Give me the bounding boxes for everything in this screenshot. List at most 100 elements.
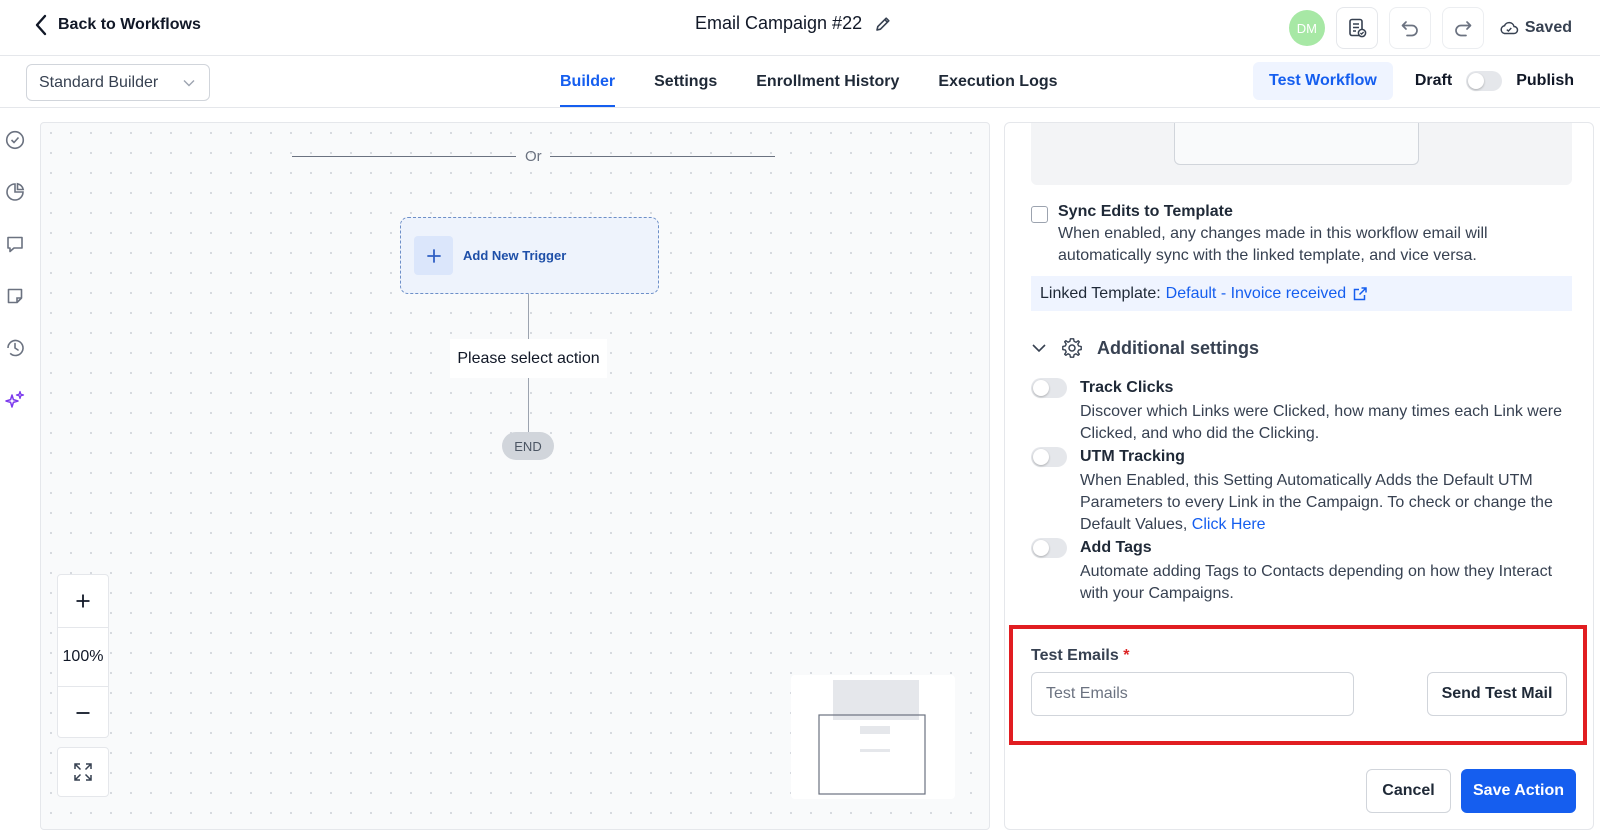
saved-label: Saved [1524, 19, 1572, 36]
secondary-bar: Standard Builder Builder Settings Enroll… [0, 56, 1600, 108]
or-divider-right [550, 156, 775, 157]
edit-pencil-icon[interactable] [874, 15, 892, 33]
additional-settings-title: Additional settings [1097, 337, 1259, 358]
test-emails-label-text: Test Emails [1031, 647, 1119, 664]
track-clicks-toggle[interactable] [1031, 378, 1067, 398]
utm-tracking-toggle[interactable] [1031, 447, 1067, 467]
utm-click-here-link[interactable]: Click Here [1192, 516, 1266, 533]
rail-notes-button[interactable] [4, 285, 26, 307]
publish-toggle[interactable] [1466, 71, 1503, 91]
builder-select-value: Standard Builder [39, 73, 159, 91]
pie-chart-icon [6, 182, 25, 201]
fit-view-button[interactable] [57, 747, 109, 797]
back-to-workflows-link[interactable]: Back to Workflows [34, 14, 201, 36]
minimap-preview [818, 680, 926, 795]
or-label: Or [525, 148, 542, 165]
tab-bar: Builder Settings Enrollment History Exec… [560, 56, 1097, 108]
rail-ai-button[interactable] [4, 389, 26, 411]
redo-icon [1455, 21, 1472, 37]
rail-check-button[interactable] [4, 129, 26, 151]
save-action-button[interactable]: Save Action [1461, 769, 1576, 813]
draft-label: Draft [1414, 72, 1453, 89]
email-preview [1031, 123, 1572, 185]
zoom-controls: 100% [57, 574, 109, 738]
test-emails-input[interactable] [1031, 672, 1354, 716]
top-right-actions: DM Saved [1288, 7, 1572, 49]
add-new-trigger-button[interactable]: Add New Trigger [400, 217, 659, 294]
zoom-level: 100% [58, 627, 108, 687]
additional-settings-header[interactable]: Additional settings [1031, 337, 1259, 359]
add-tags-title: Add Tags [1080, 539, 1152, 556]
publish-label: Publish [1516, 72, 1574, 89]
minimap[interactable] [791, 675, 955, 799]
sparkles-icon [5, 390, 25, 408]
linked-template-name: Default - Invoice received [1165, 284, 1347, 302]
external-link-icon [1353, 286, 1367, 300]
send-test-mail-button[interactable]: Send Test Mail [1427, 672, 1567, 716]
rail-analytics-button[interactable] [4, 181, 26, 203]
rail-history-button[interactable] [4, 337, 26, 359]
document-check-icon [1349, 18, 1367, 38]
tab-settings[interactable]: Settings [654, 56, 717, 108]
chevron-down-icon [1032, 344, 1046, 353]
track-clicks-title: Track Clicks [1080, 379, 1174, 396]
workflow-canvas[interactable]: Or Add New Trigger Please select action … [40, 122, 990, 830]
tab-execution-logs[interactable]: Execution Logs [938, 56, 1057, 108]
undo-icon [1401, 21, 1418, 37]
email-preview-frame [1174, 123, 1419, 165]
check-circle-icon [5, 130, 25, 150]
saved-status: Saved [1499, 19, 1572, 37]
add-tags-toggle[interactable] [1031, 538, 1067, 558]
top-bar: Back to Workflows Email Campaign #22 DM … [0, 0, 1600, 56]
end-node: END [502, 432, 554, 460]
track-clicks-description: Discover which Links were Clicked, how m… [1080, 403, 1562, 442]
chat-bubble-icon [7, 236, 23, 253]
builder-type-select[interactable]: Standard Builder [26, 64, 210, 101]
tab-builder[interactable]: Builder [560, 56, 616, 108]
utm-tracking-description-block: When Enabled, this Setting Automatically… [1080, 470, 1572, 536]
add-trigger-label: Add New Trigger [463, 248, 567, 263]
add-tags-description: Automate adding Tags to Contacts dependi… [1080, 563, 1553, 602]
test-emails-label: Test Emails * [1031, 647, 1129, 665]
connector-line [528, 294, 529, 339]
test-workflow-button[interactable]: Test Workflow [1253, 62, 1393, 100]
zoom-out-button[interactable] [58, 687, 108, 739]
zoom-in-button[interactable] [58, 575, 108, 627]
or-divider-left [292, 156, 516, 157]
back-label: Back to Workflows [58, 16, 201, 33]
plus-icon [414, 236, 453, 275]
publish-controls: Test Workflow Draft Publish [1253, 62, 1574, 100]
add-tags-setting: Add Tags Automate adding Tags to Contact… [1031, 538, 1572, 605]
action-settings-panel: Sync Edits to Template When enabled, any… [1004, 122, 1594, 830]
sync-edits-checkbox[interactable] [1031, 206, 1048, 223]
redo-button[interactable] [1441, 7, 1484, 49]
connector-line [528, 378, 529, 432]
workflow-title: Email Campaign #22 [695, 13, 863, 33]
linked-template-banner: Linked Template: Default - Invoice recei… [1031, 276, 1572, 311]
cancel-button[interactable]: Cancel [1366, 769, 1451, 813]
left-toolbar [0, 108, 32, 831]
tab-enrollment-history[interactable]: Enrollment History [756, 56, 899, 108]
sync-edits-description: When enabled, any changes made in this w… [1058, 225, 1488, 264]
sticky-note-icon [7, 288, 23, 304]
workflow-title-group: Email Campaign #22 [695, 13, 892, 34]
linked-template-link[interactable]: Default - Invoice received [1166, 285, 1369, 303]
sync-edits-title: Sync Edits to Template [1058, 203, 1233, 220]
required-marker: * [1123, 647, 1130, 664]
expand-icon [74, 763, 92, 781]
utm-tracking-description: When Enabled, this Setting Automatically… [1080, 472, 1553, 533]
utm-tracking-title: UTM Tracking [1080, 448, 1185, 465]
plus-icon [76, 594, 90, 608]
rail-comments-button[interactable] [4, 233, 26, 255]
sync-edits-option: Sync Edits to Template When enabled, any… [1031, 203, 1528, 267]
utm-tracking-setting: UTM Tracking When Enabled, this Setting … [1031, 447, 1572, 536]
chevron-down-icon [183, 79, 195, 86]
track-clicks-setting: Track Clicks Discover which Links were C… [1031, 378, 1572, 445]
select-action-node[interactable]: Please select action [450, 339, 607, 378]
notes-button[interactable] [1335, 7, 1378, 49]
history-icon [7, 339, 24, 357]
undo-button[interactable] [1388, 7, 1431, 49]
cloud-check-icon [1500, 21, 1519, 35]
chevron-left-icon [35, 14, 47, 36]
avatar[interactable]: DM [1288, 10, 1325, 46]
